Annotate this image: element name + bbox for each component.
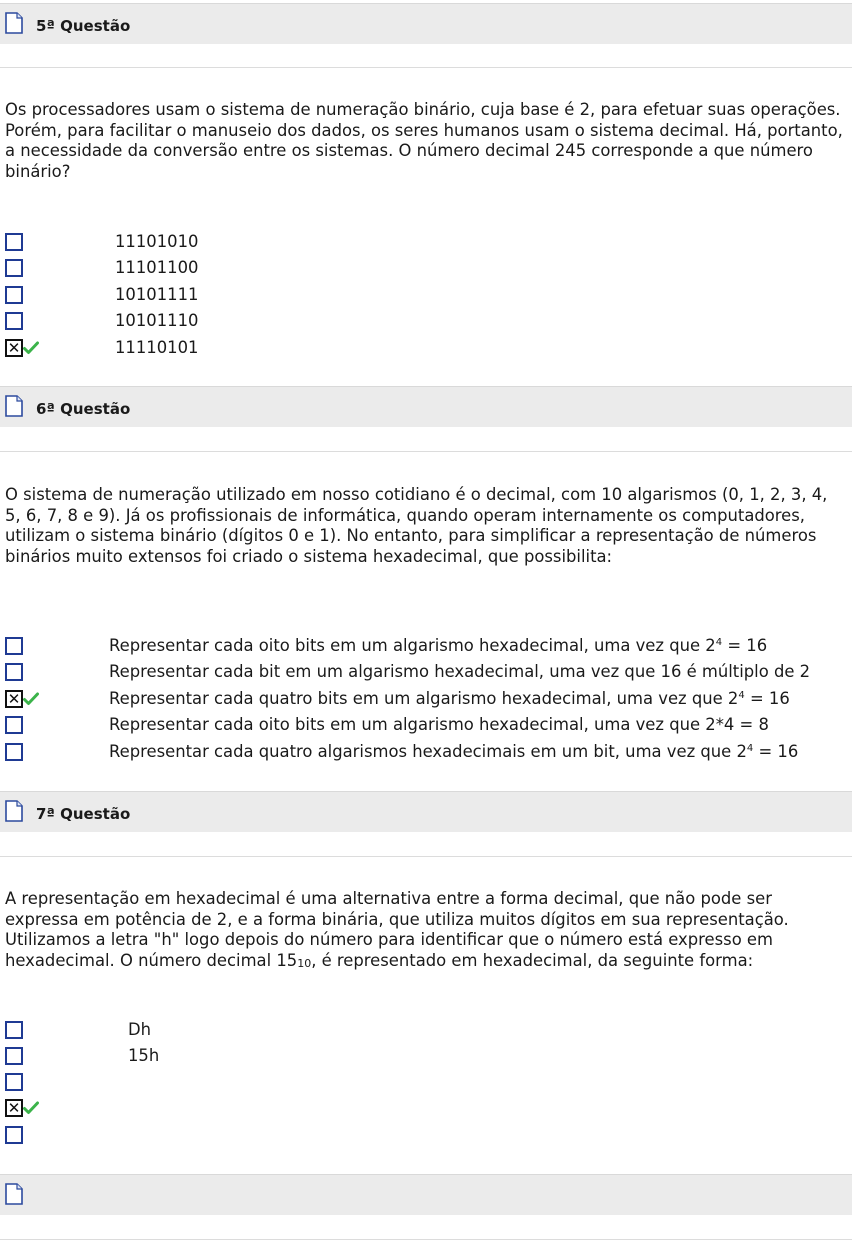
question-text: O sistema de numeração utilizado em noss… — [5, 485, 828, 566]
question-8-header — [0, 1174, 852, 1215]
answer-option[interactable] — [5, 1073, 845, 1093]
option-checkbox[interactable] — [5, 286, 23, 304]
answer-option[interactable]: 11101010 — [5, 232, 845, 253]
answer-option[interactable]: Representar cada quatro algarismos hexad… — [5, 742, 845, 763]
option-checkbox-checked[interactable]: ✕ — [5, 1099, 23, 1117]
answer-option[interactable]: Representar cada bit em um algarismo hex… — [5, 662, 845, 683]
correct-check-icon — [23, 1101, 39, 1115]
option-label: 11101010 — [115, 232, 199, 251]
question-text: Os processadores usam o sistema de numer… — [5, 100, 843, 181]
option-label: 10101110 — [115, 311, 199, 330]
option-checkbox[interactable] — [5, 663, 23, 681]
option-label: 11110101 — [115, 338, 199, 357]
option-checkbox[interactable] — [5, 259, 23, 277]
option-checkbox[interactable] — [5, 312, 23, 330]
document-icon — [5, 12, 23, 34]
answer-option[interactable]: 10101111 — [5, 285, 845, 306]
document-icon — [5, 1183, 23, 1205]
document-icon — [5, 395, 23, 417]
answer-option[interactable]: Representar cada oito bits em um algaris… — [5, 636, 845, 657]
divider — [0, 67, 852, 68]
answer-option[interactable]: Representar cada oito bits em um algaris… — [5, 715, 845, 736]
question-7-header: 7ª Questão — [0, 791, 852, 832]
question-title: 7ª Questão — [36, 805, 131, 823]
option-label: Representar cada bit em um algarismo hex… — [109, 662, 811, 681]
option-checkbox[interactable] — [5, 1047, 23, 1065]
option-checkbox[interactable] — [5, 637, 23, 655]
answer-option-selected[interactable]: ✕ — [5, 1099, 845, 1119]
option-checkbox[interactable] — [5, 1126, 23, 1144]
option-label: Representar cada quatro bits em um algar… — [109, 689, 790, 708]
question-title: 6ª Questão — [36, 400, 131, 418]
answer-option[interactable]: 11101100 — [5, 258, 845, 279]
divider — [0, 856, 852, 857]
question-5-header: 5ª Questão — [0, 3, 852, 44]
answer-option-selected[interactable]: ✕ Representar cada quatro bits em um alg… — [5, 689, 845, 710]
x-mark-icon: ✕ — [7, 339, 21, 357]
question-title: 5ª Questão — [36, 17, 131, 35]
x-mark-icon: ✕ — [7, 1099, 21, 1117]
x-mark-icon: ✕ — [7, 690, 21, 708]
question-6-header: 6ª Questão — [0, 386, 852, 427]
document-icon — [5, 800, 23, 822]
correct-check-icon — [23, 692, 39, 706]
option-checkbox[interactable] — [5, 233, 23, 251]
option-label: Dh — [128, 1020, 152, 1039]
answer-option[interactable] — [5, 1126, 845, 1146]
option-label: 15h — [128, 1046, 160, 1065]
divider — [0, 1239, 852, 1240]
option-checkbox-checked[interactable]: ✕ — [5, 339, 23, 357]
answer-option[interactable]: 10101110 — [5, 311, 845, 332]
option-label: Representar cada oito bits em um algaris… — [109, 636, 768, 655]
option-label: 10101111 — [115, 285, 199, 304]
divider — [0, 451, 852, 452]
option-checkbox[interactable] — [5, 1021, 23, 1039]
answer-option[interactable]: Dh — [5, 1020, 845, 1041]
option-label: Representar cada oito bits em um algaris… — [109, 715, 769, 734]
option-checkbox[interactable] — [5, 1073, 23, 1091]
option-checkbox[interactable] — [5, 716, 23, 734]
option-checkbox-checked[interactable]: ✕ — [5, 690, 23, 708]
answer-option[interactable]: 15h — [5, 1046, 845, 1067]
option-checkbox[interactable] — [5, 743, 23, 761]
answer-option-selected[interactable]: ✕ 11110101 — [5, 338, 845, 359]
correct-check-icon — [23, 341, 39, 355]
option-label: 11101100 — [115, 258, 199, 277]
option-label: Representar cada quatro algarismos hexad… — [109, 742, 799, 761]
question-text: A representação em hexadecimal é uma alt… — [5, 889, 789, 970]
